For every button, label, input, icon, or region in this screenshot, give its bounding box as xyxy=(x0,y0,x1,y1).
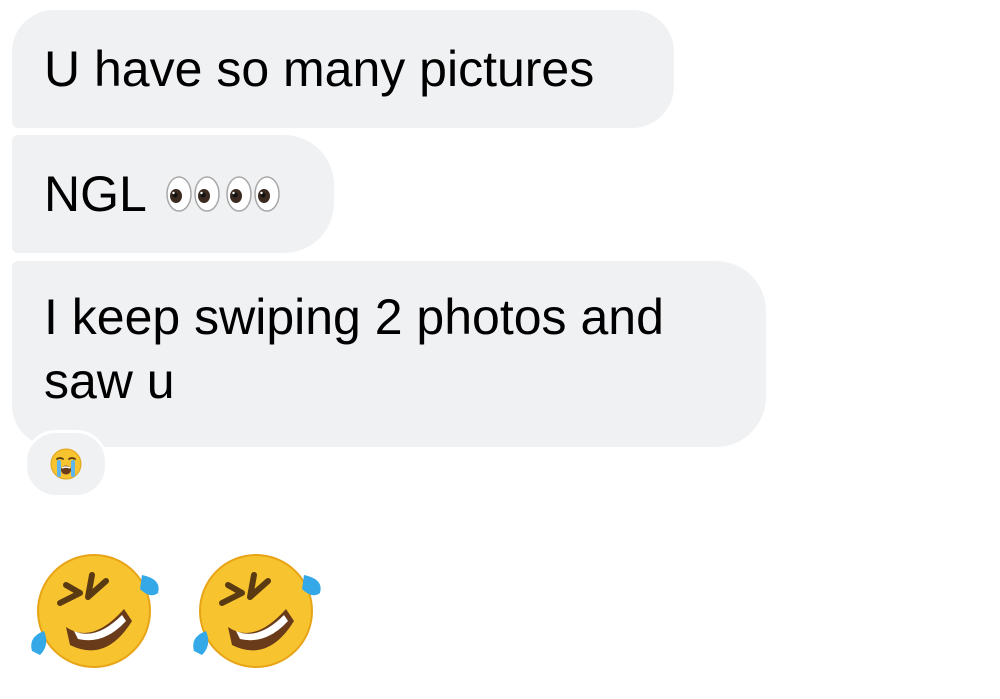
eyes-icon xyxy=(166,176,220,212)
rolling-on-floor-laughing-icon xyxy=(31,554,159,668)
rolling-on-floor-laughing-emoji[interactable] xyxy=(22,545,172,680)
eyes-icon xyxy=(226,176,280,212)
message-bubble[interactable]: NGL xyxy=(12,135,334,253)
message-text: NGL xyxy=(44,166,147,222)
message-bubble[interactable]: I keep swiping 2 photos and saw u xyxy=(12,261,766,447)
message-text: U have so many pictures xyxy=(44,41,595,97)
loudly-crying-face-icon xyxy=(50,448,82,480)
message-bubble[interactable]: U have so many pictures xyxy=(12,10,674,128)
eyes-emoji-group xyxy=(165,170,283,218)
message-text: I keep swiping 2 photos and saw u xyxy=(44,289,664,409)
message-thread: U have so many pictures NGL I keep swipi… xyxy=(0,0,1000,699)
rolling-on-floor-laughing-icon xyxy=(193,554,321,668)
rolling-on-floor-laughing-emoji[interactable] xyxy=(184,545,334,680)
message-reaction[interactable] xyxy=(24,430,108,498)
